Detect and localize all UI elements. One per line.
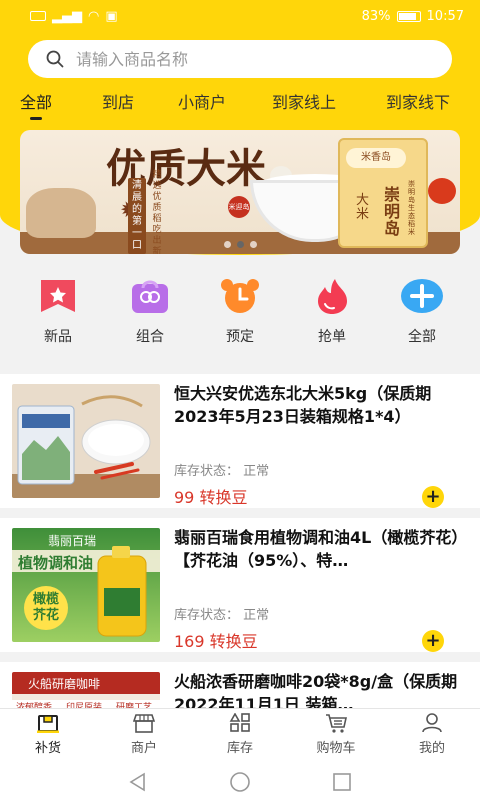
cart-icon (325, 713, 347, 733)
clock: 10:57 (426, 8, 464, 24)
quick-label: 全部 (408, 329, 436, 345)
tab-label: 全部 (20, 93, 53, 112)
app-screen: ▂▄▆ ◠ ▣ 83% 10:57 全部 到店 小商户 到家线上 (0, 0, 480, 800)
tabbar-label: 我的 (418, 741, 445, 756)
image-brand: 翡丽百瑞 (48, 534, 97, 548)
search-icon (46, 50, 64, 68)
hd-icon (30, 11, 46, 21)
quick-label: 抢单 (318, 329, 346, 345)
quick-all[interactable]: 全部 (382, 278, 462, 346)
user-icon (421, 713, 443, 733)
product-name: 恒大兴安优选东北大米5kg（保质期2023年5月23日装箱规格1*4） (174, 384, 432, 426)
promo-banner[interactable]: ✹ 优质大米 清晨的第一口 精选优质稻 吃出新鲜好味道 米迎岛 米香岛 大米 崇… (20, 130, 460, 254)
quick-actions: 新品 组合 预定 抢单 全部 (0, 268, 480, 358)
tab-label: 小商户 (178, 93, 227, 112)
add-to-cart-button[interactable]: + (422, 486, 444, 508)
product-image: 翡丽百瑞 植物调和油 橄榄 芥花 (12, 528, 160, 642)
quick-label: 预定 (226, 329, 254, 345)
product-card[interactable]: 火船研磨咖啡 浓郁醇香 印尼原装 研磨工艺 火船浓香研磨咖啡20袋*8g/盒（保… (0, 662, 480, 708)
tab-home-offline[interactable]: 到家线下 (386, 90, 450, 120)
image-tag: 浓郁醇香 (16, 703, 53, 708)
wifi-icon: ◠ (88, 8, 100, 24)
tab-small-merchant[interactable]: 小商户 (178, 90, 226, 120)
shopping-bag-icon (129, 278, 171, 314)
store-icon (37, 713, 59, 734)
quick-grab-order[interactable]: 抢单 (292, 278, 372, 346)
image-brand: 火船研磨咖啡 (28, 677, 101, 691)
banner-pagination (20, 241, 460, 248)
product-image: 火船研磨咖啡 浓郁醇香 印尼原装 研磨工艺 (12, 672, 160, 708)
home-icon[interactable] (228, 770, 252, 794)
banner-seal: 米迎岛 (228, 196, 250, 218)
product-card[interactable]: 翡丽百瑞 植物调和油 橄榄 芥花 翡丽百瑞食用植物调和油4L（橄榄芥花）【芥花油… (0, 518, 480, 652)
product-stock-status: 库存状态： 正常 (174, 608, 270, 623)
battery-icon (396, 10, 421, 22)
star-bookmark-icon (37, 278, 79, 314)
plus-circle-icon (401, 278, 443, 314)
product-name: 火船浓香研磨咖啡20袋*8g/盒（保质期2022年11月1日 装箱… (174, 672, 458, 708)
tab-all[interactable]: 全部 (20, 90, 52, 120)
product-name: 翡丽百瑞食用植物调和油4L（橄榄芥花）【芥花油（95%）、特… (174, 528, 468, 570)
search-input[interactable] (76, 49, 416, 69)
recents-icon[interactable] (330, 770, 354, 794)
signal-icon: ▂▄▆ (52, 8, 82, 24)
image-title: 植物调和油 (18, 554, 94, 572)
pagination-dot[interactable] (249, 241, 257, 248)
image-badge: 橄榄 芥花 (32, 592, 59, 623)
tab-active-indicator (30, 117, 43, 120)
tab-label: 到家线上 (272, 93, 337, 112)
shop-icon (132, 713, 156, 733)
tabbar-label: 库存 (226, 741, 253, 756)
grid-icon (229, 712, 251, 733)
rice-sack-image (26, 188, 96, 238)
tab-home-online[interactable]: 到家线上 (272, 90, 336, 120)
image-tag: 印尼原装 (66, 703, 103, 708)
quick-label: 组合 (136, 329, 164, 345)
tabbar-label: 购物车 (316, 741, 356, 756)
product-card[interactable]: 恒大兴安优选东北大米5kg（保质期2023年5月23日装箱规格1*4） 库存状态… (0, 374, 480, 508)
tabbar-cart[interactable]: 购物车 (296, 713, 376, 756)
back-icon[interactable] (126, 770, 150, 794)
bag-note: 崇明岛生态稻米 (408, 180, 415, 236)
battery-percent: 83% (361, 8, 391, 24)
bag-name: 崇明岛 (384, 185, 401, 238)
system-nav-bar (0, 764, 480, 800)
status-right: 83% 10:57 (362, 9, 464, 24)
product-list: 恒大兴安优选东北大米5kg（保质期2023年5月23日装箱规格1*4） 库存状态… (0, 364, 480, 708)
product-price: 169 转换豆 (174, 632, 258, 651)
product-price: 99 转换豆 (174, 488, 248, 507)
tomato-image (428, 178, 456, 204)
pagination-dot-active[interactable] (236, 241, 244, 248)
quick-combo[interactable]: 组合 (110, 278, 190, 346)
product-stock-status: 库存状态： 正常 (174, 464, 270, 479)
status-left: ▂▄▆ ◠ ▣ (30, 9, 118, 24)
pagination-dot[interactable] (223, 241, 231, 248)
tabbar-label: 补货 (34, 741, 61, 756)
search-bar[interactable] (28, 40, 452, 78)
bag-brand: 米香岛 (346, 148, 406, 168)
tab-label: 到店 (102, 93, 135, 112)
tabbar-merchants[interactable]: 商户 (104, 713, 184, 756)
tabbar-label: 商户 (130, 741, 157, 756)
quick-label: 新品 (44, 329, 72, 345)
notification-icon: ▣ (105, 8, 118, 24)
bottom-tab-bar: 补货 商户 库存 购物车 我的 (0, 708, 480, 764)
tabbar-restock[interactable]: 补货 (8, 713, 88, 756)
bag-sub: 大米 (356, 193, 370, 222)
tab-in-store[interactable]: 到店 (102, 90, 134, 120)
rice-bag-image: 米香岛 大米 崇明岛 崇明岛生态稻米 (338, 138, 428, 248)
flame-icon (311, 278, 353, 314)
tab-label: 到家线下 (386, 93, 451, 112)
category-tabs: 全部 到店 小商户 到家线上 到家线下 (0, 90, 480, 124)
image-tag: 研磨工艺 (116, 703, 153, 708)
quick-new-products[interactable]: 新品 (18, 278, 98, 346)
alarm-clock-icon (219, 278, 261, 314)
tabbar-mine[interactable]: 我的 (392, 713, 472, 756)
tabbar-inventory[interactable]: 库存 (200, 712, 280, 756)
status-bar: ▂▄▆ ◠ ▣ 83% 10:57 (0, 0, 480, 32)
product-image (12, 384, 160, 498)
quick-reserve[interactable]: 预定 (200, 278, 280, 346)
add-to-cart-button[interactable]: + (422, 630, 444, 652)
